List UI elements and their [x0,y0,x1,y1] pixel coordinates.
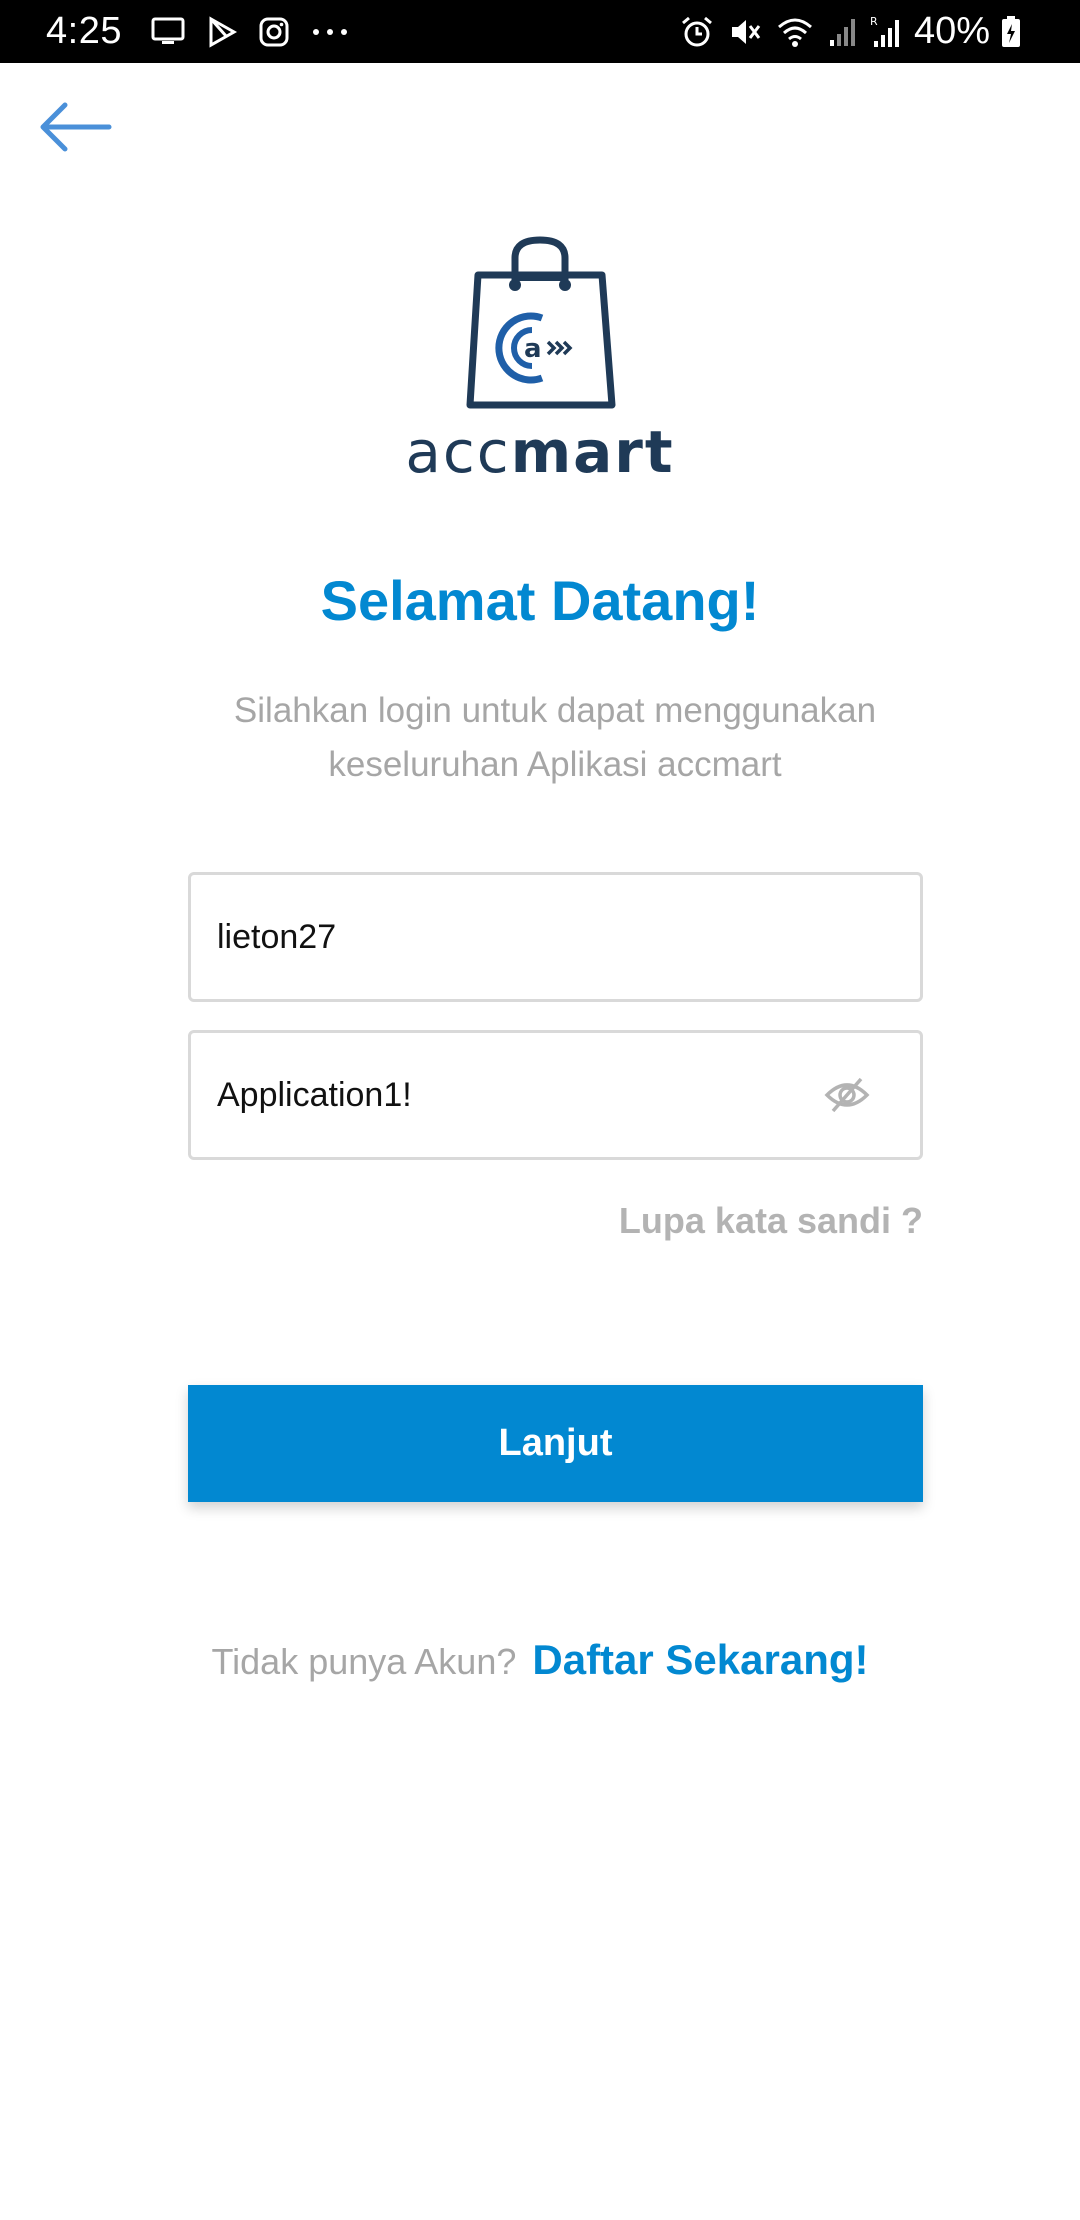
continue-button[interactable]: Lanjut [188,1385,923,1502]
signup-link[interactable]: Daftar Sekarang! [532,1636,868,1684]
more-dots-icon [310,27,350,37]
logo-text-light: acc [405,418,511,486]
wifi-icon [776,15,814,49]
signup-prompt: Tidak punya Akun? [211,1641,517,1682]
status-bar-right: R 40% [680,10,1036,53]
mute-icon [728,15,762,49]
back-button[interactable] [30,92,120,162]
eye-off-icon [824,1077,870,1113]
password-field[interactable] [188,1030,923,1160]
instagram-icon [258,16,290,48]
signal-icon [828,16,856,48]
username-input[interactable] [217,917,894,957]
username-field[interactable] [188,872,923,1002]
play-store-icon [206,15,238,48]
page-subtitle: Silahkan login untuk dapat menggunakan k… [233,691,877,784]
status-bar-left: 4:25 [46,10,370,53]
alarm-icon [680,15,714,49]
battery-charging-icon [1000,15,1022,49]
logo-wordmark: accmart [400,418,680,486]
logo-text-bold: mart [510,418,675,486]
page-title: Selamat Datang! [320,569,760,632]
signup-row: Tidak punya Akun? Daftar Sekarang! [0,1636,1080,1684]
svg-text:R: R [870,15,878,28]
password-visibility-toggle[interactable] [821,1065,874,1125]
signal-roaming-icon: R [870,15,900,49]
tv-icon [150,16,186,48]
forgot-password-link[interactable]: Lupa kata sandi ? [619,1200,923,1242]
password-input[interactable] [217,1075,821,1115]
status-bar: 4:25 R 40% [0,0,1080,63]
shopping-bag-logo-icon: a [466,236,616,409]
arrow-left-icon [40,102,112,152]
svg-text:a: a [524,334,542,364]
battery-percent: 40% [913,10,990,52]
status-time: 4:25 [46,10,122,52]
